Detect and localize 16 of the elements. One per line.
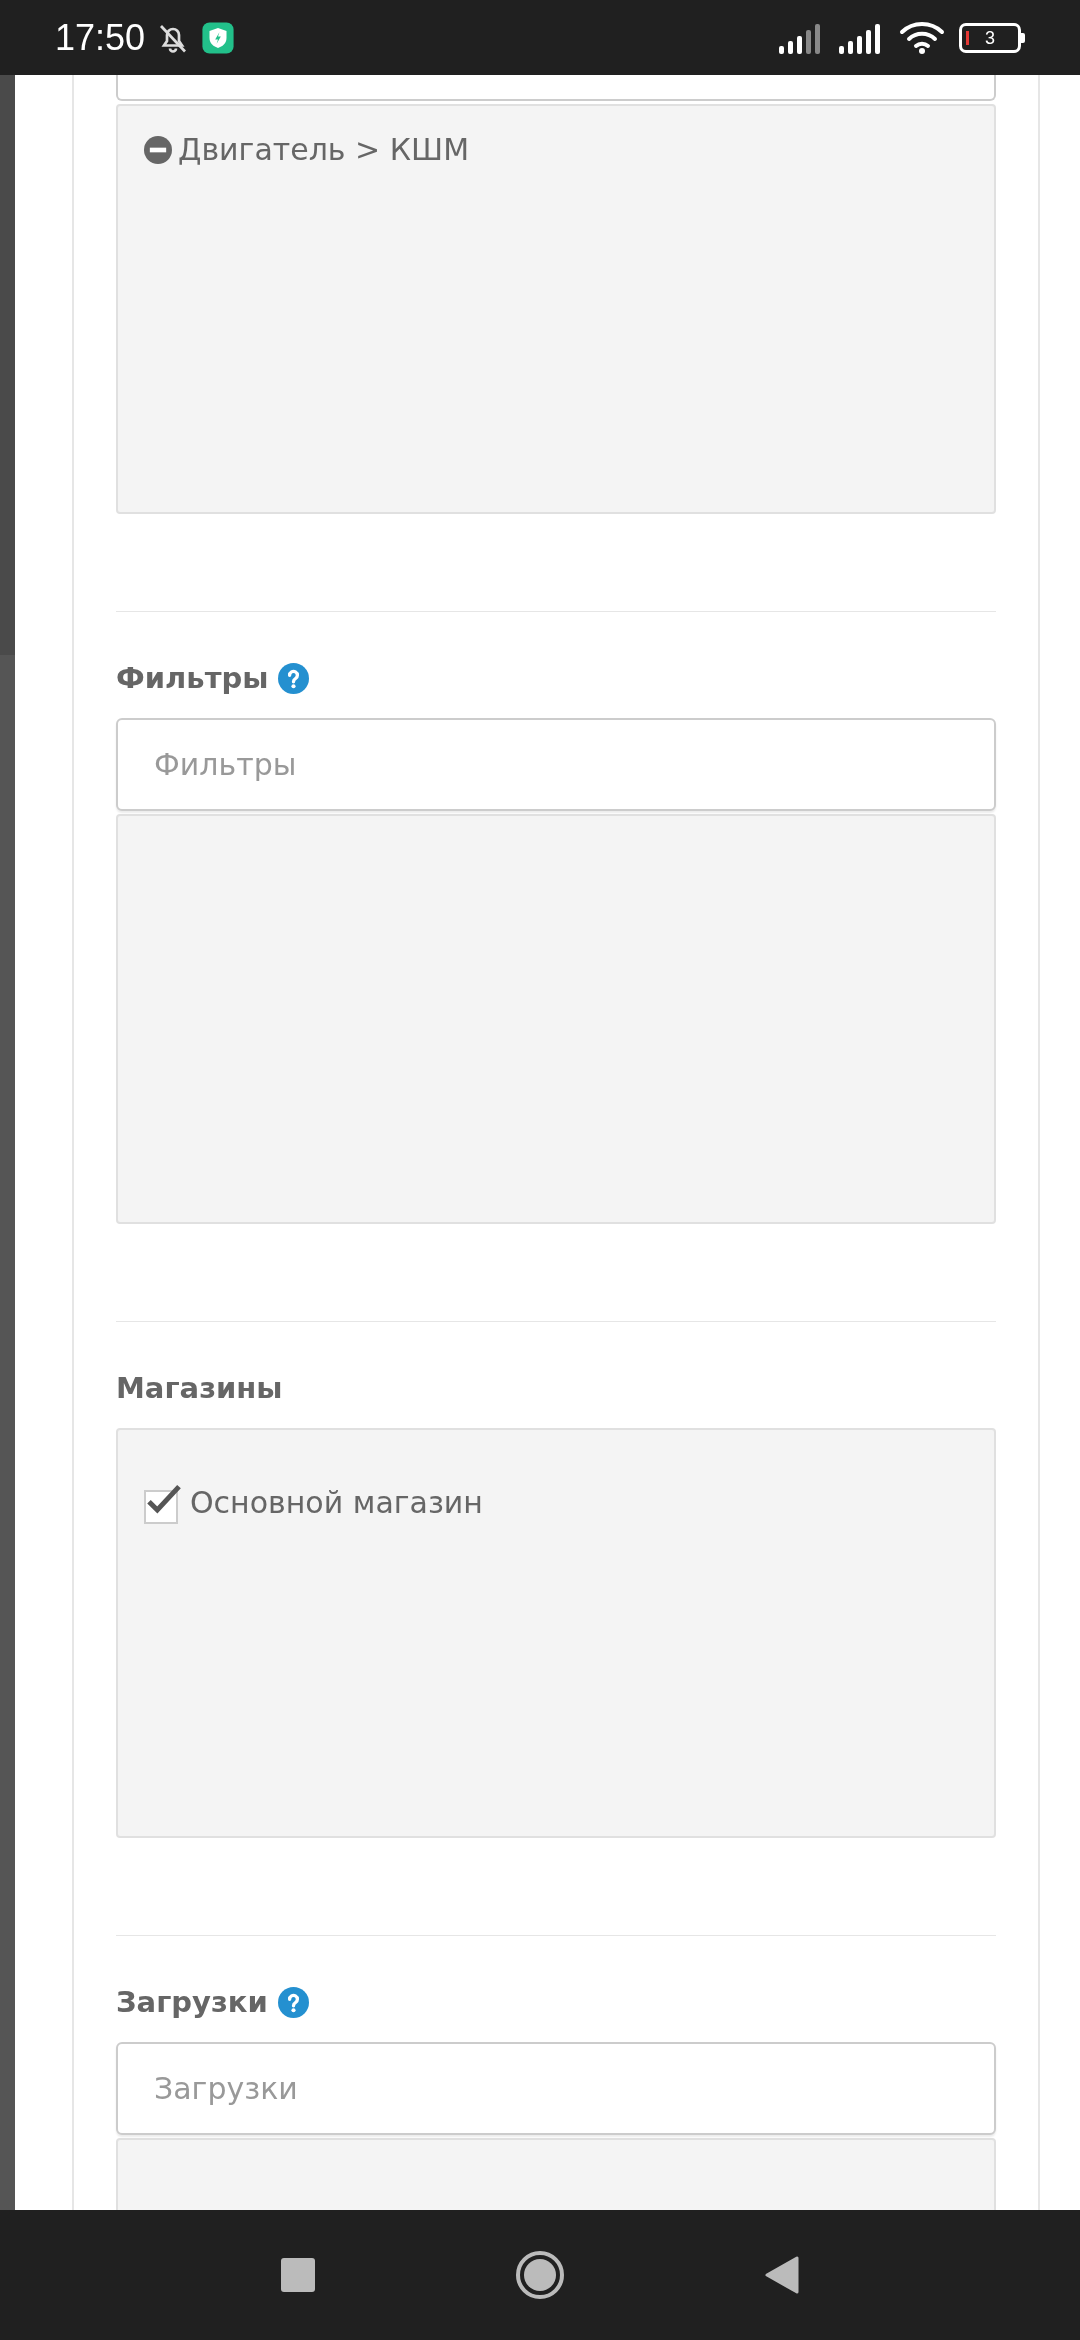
- field-label: Магазины: [116, 1371, 283, 1405]
- input-field[interactable]: Фильтры: [116, 718, 996, 811]
- clock: 17:50: [55, 16, 146, 59]
- list-item-text: Двигатель > КШМ: [178, 132, 470, 167]
- input-field[interactable]: [116, 75, 996, 101]
- input-field[interactable]: Загрузки: [116, 2042, 996, 2135]
- list-item-text: Основной магазин: [190, 1484, 483, 1520]
- back-button[interactable]: [765, 2256, 799, 2294]
- field-label: Загрузки: [116, 1985, 268, 2019]
- field-label: Фильтры: [116, 661, 269, 695]
- shield-icon: [201, 20, 236, 55]
- help-icon[interactable]: [277, 1986, 309, 2018]
- remove-icon[interactable]: [144, 135, 172, 164]
- home-button[interactable]: [515, 2250, 565, 2300]
- help-icon[interactable]: [278, 662, 310, 694]
- wifi-icon: [899, 20, 945, 55]
